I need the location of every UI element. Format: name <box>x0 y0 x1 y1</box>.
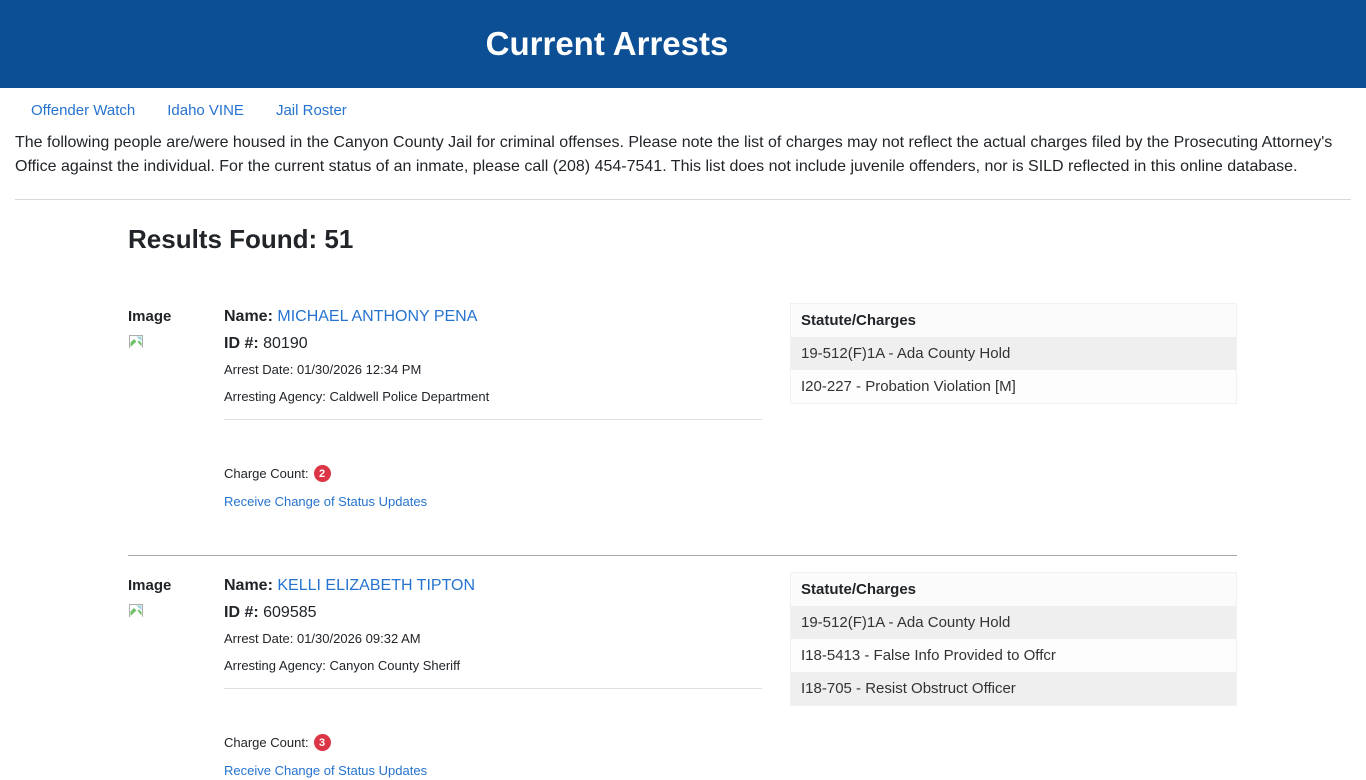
name-label: Name: <box>224 577 273 594</box>
id-line: ID #: 609585 <box>224 604 762 622</box>
charge-count-label: Charge Count: <box>224 735 309 750</box>
record-charges-column: Statute/Charges 19-512(F)1A - Ada County… <box>790 572 1237 706</box>
id-label: ID #: <box>224 604 259 621</box>
inmate-name-link[interactable]: KELLI ELIZABETH TIPTON <box>277 577 475 594</box>
charge-cell: 19-512(F)1A - Ada County Hold <box>790 337 1237 370</box>
charge-count-badge: 3 <box>313 734 331 751</box>
name-line: Name: KELLI ELIZABETH TIPTON <box>224 577 762 595</box>
inmate-id: 609585 <box>263 604 317 621</box>
charge-cell: 19-512(F)1A - Ada County Hold <box>790 606 1237 639</box>
charge-count-line: Charge Count: 3 <box>224 734 762 751</box>
results-container: Results Found: 51 Image Name: MICHAEL AN… <box>128 224 1237 780</box>
arrest-record: Image Name: KELLI ELIZABETH TIPTON ID #:… <box>128 572 1237 780</box>
status-updates-link[interactable]: Receive Change of Status Updates <box>224 494 427 509</box>
record-details-column: Name: MICHAEL ANTHONY PENA ID #: 80190 A… <box>224 303 790 511</box>
nav-link-idaho-vine[interactable]: Idaho VINE <box>167 102 244 119</box>
charge-row: I18-705 - Resist Obstruct Officer <box>790 672 1237 706</box>
arrest-record: Image Name: MICHAEL ANTHONY PENA ID #: 8… <box>128 303 1237 511</box>
id-label: ID #: <box>224 335 259 352</box>
charges-table-header: Statute/Charges <box>790 572 1237 606</box>
arrest-date: Arrest Date: 01/30/2026 12:34 PM <box>224 362 422 377</box>
charge-count-badge: 2 <box>313 465 331 482</box>
top-nav: Offender Watch Idaho VINE Jail Roster <box>0 88 1366 119</box>
record-divider <box>128 555 1237 556</box>
broken-image-icon <box>129 604 143 618</box>
charges-table: Statute/Charges 19-512(F)1A - Ada County… <box>790 572 1237 706</box>
arrest-date: Arrest Date: 01/30/2026 09:32 AM <box>224 631 421 646</box>
charges-table-header: Statute/Charges <box>790 303 1237 337</box>
record-charges-column: Statute/Charges 19-512(F)1A - Ada County… <box>790 303 1237 404</box>
charge-row: 19-512(F)1A - Ada County Hold <box>790 606 1237 639</box>
charge-row: 19-512(F)1A - Ada County Hold <box>790 337 1237 370</box>
inmate-name-link[interactable]: MICHAEL ANTHONY PENA <box>277 308 477 325</box>
charge-count-label: Charge Count: <box>224 466 309 481</box>
arresting-agency: Arresting Agency: Canyon County Sheriff <box>224 658 461 673</box>
id-line: ID #: 80190 <box>224 335 762 353</box>
name-label: Name: <box>224 308 273 325</box>
nav-link-offender-watch[interactable]: Offender Watch <box>31 102 135 119</box>
charge-cell: I20-227 - Probation Violation [M] <box>790 370 1237 404</box>
arresting-agency: Arresting Agency: Caldwell Police Depart… <box>224 389 490 404</box>
details-divider <box>224 688 762 689</box>
nav-link-jail-roster[interactable]: Jail Roster <box>276 102 347 119</box>
name-line: Name: MICHAEL ANTHONY PENA <box>224 308 762 326</box>
page-title: Current Arrests <box>485 25 729 62</box>
charge-cell: I18-705 - Resist Obstruct Officer <box>790 672 1237 706</box>
record-details-column: Name: KELLI ELIZABETH TIPTON ID #: 60958… <box>224 572 790 780</box>
status-updates-link[interactable]: Receive Change of Status Updates <box>224 763 427 778</box>
charge-row: I20-227 - Probation Violation [M] <box>790 370 1237 404</box>
intro-text: The following people are/were housed in … <box>15 134 1333 175</box>
inmate-id: 80190 <box>263 335 308 352</box>
results-heading: Results Found: 51 <box>128 224 354 254</box>
charge-count-line: Charge Count: 2 <box>224 465 762 482</box>
page-header: Current Arrests <box>0 0 1366 88</box>
page-divider <box>15 199 1351 200</box>
details-divider <box>224 419 762 420</box>
record-image-column: Image <box>128 572 224 619</box>
image-label: Image <box>128 577 172 594</box>
broken-image-icon <box>129 335 143 349</box>
record-image-column: Image <box>128 303 224 350</box>
charge-cell: I18-5413 - False Info Provided to Offcr <box>790 639 1237 672</box>
charges-table: Statute/Charges 19-512(F)1A - Ada County… <box>790 303 1237 404</box>
charge-row: I18-5413 - False Info Provided to Offcr <box>790 639 1237 672</box>
image-label: Image <box>128 308 172 325</box>
